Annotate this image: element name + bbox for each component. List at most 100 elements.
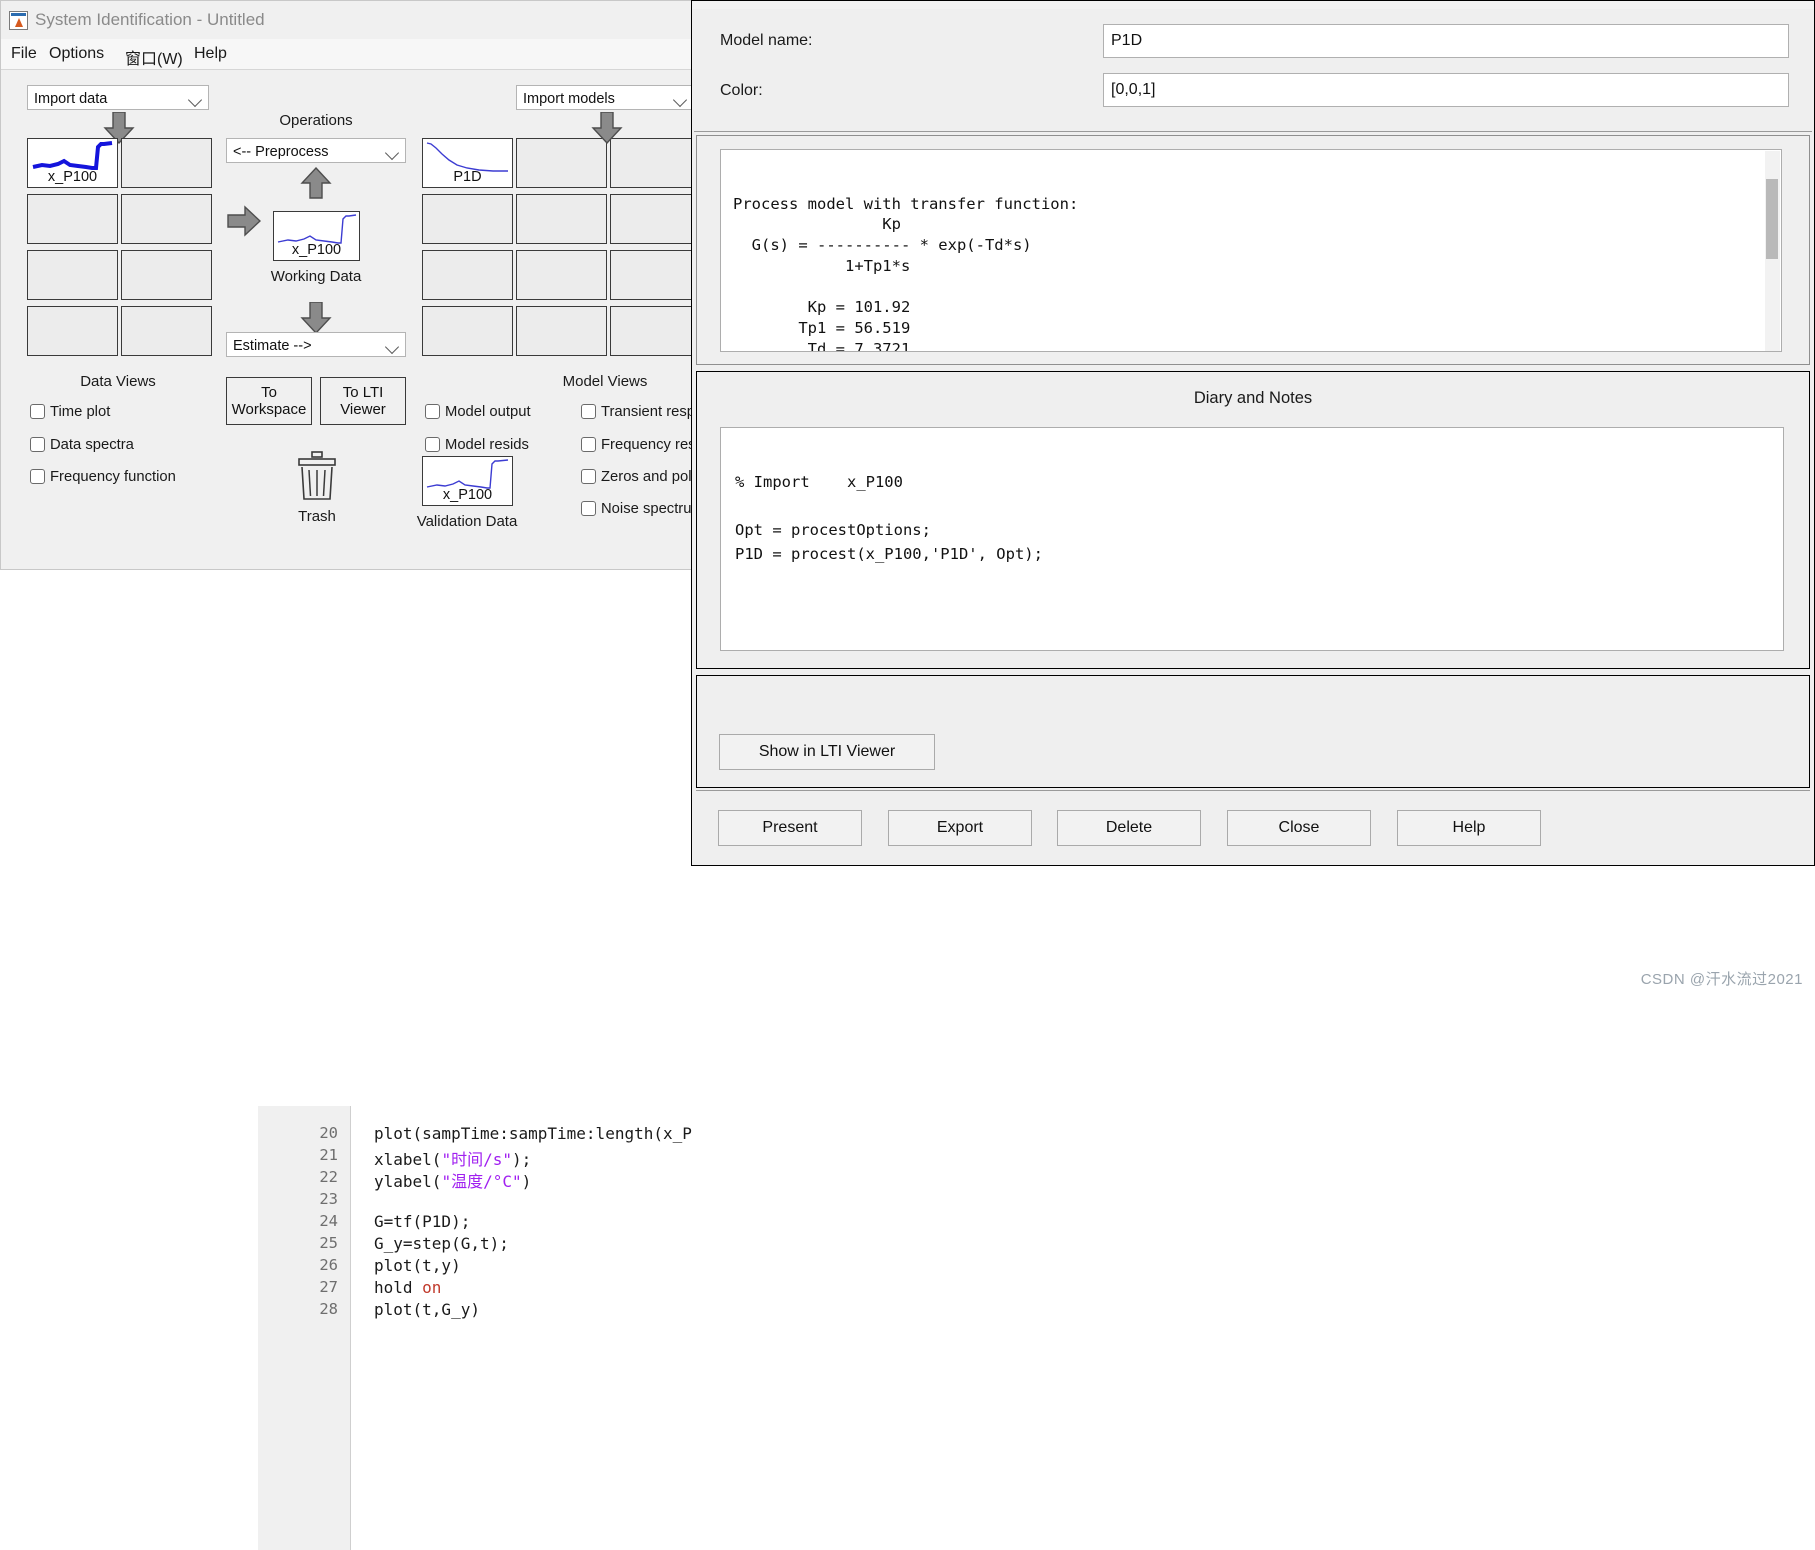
code-line: G=tf(P1D); xyxy=(374,1212,470,1231)
delete-button-label: Delete xyxy=(1106,819,1152,837)
to-lti-viewer-button[interactable]: To LTI Viewer xyxy=(320,377,406,425)
data-cell-empty[interactable] xyxy=(121,250,212,300)
checkbox-box[interactable] xyxy=(581,469,596,484)
scrollbar-thumb[interactable] xyxy=(1766,179,1778,259)
working-data-cell-label: x_P100 xyxy=(274,242,359,258)
validation-data-cell[interactable]: x_P100 xyxy=(422,456,513,506)
working-data-cell[interactable]: x_P100 xyxy=(273,211,360,261)
model-cell-empty[interactable] xyxy=(610,250,701,300)
checkbox-noise-spectrum[interactable]: Noise spectrum xyxy=(581,501,704,517)
checkbox-zeros-and-poles[interactable]: Zeros and poles xyxy=(581,469,707,485)
checkbox-model-output[interactable]: Model output xyxy=(425,404,531,420)
trash-icon[interactable] xyxy=(295,451,339,503)
checkbox-box[interactable] xyxy=(425,404,440,419)
editor-left-margin xyxy=(0,1106,259,1550)
diary-and-notes-panel: Diary and Notes % Import x_P100 Opt = pr… xyxy=(696,371,1810,669)
model-cell-empty[interactable] xyxy=(422,306,513,356)
dialog-action-bar: Present Export Delete Close Help xyxy=(696,790,1810,865)
model-cell-empty[interactable] xyxy=(516,138,607,188)
data-cell-empty[interactable] xyxy=(121,138,212,188)
model-cell-empty[interactable] xyxy=(516,306,607,356)
data-views-label: Data Views xyxy=(48,373,188,390)
checkbox-data-spectra[interactable]: Data spectra xyxy=(30,437,134,453)
checkbox-frequency-function[interactable]: Frequency function xyxy=(30,469,176,485)
line-number: 27 xyxy=(278,1278,338,1296)
import-models-dropdown-value: Import models xyxy=(523,91,615,107)
close-button[interactable]: Close xyxy=(1227,810,1371,846)
checkbox-box[interactable] xyxy=(581,404,596,419)
checkbox-box[interactable] xyxy=(581,437,596,452)
color-input[interactable] xyxy=(1103,73,1789,107)
checkbox-box[interactable] xyxy=(581,501,596,516)
menu-help[interactable]: Help xyxy=(187,43,234,65)
line-number: 26 xyxy=(278,1256,338,1274)
present-button[interactable]: Present xyxy=(718,810,862,846)
model-cell-empty[interactable] xyxy=(516,250,607,300)
show-in-lti-viewer-button[interactable]: Show in LTI Viewer xyxy=(719,734,935,770)
export-button[interactable]: Export xyxy=(888,810,1032,846)
model-cell-p1d[interactable]: P1D xyxy=(422,138,513,188)
to-workspace-button[interactable]: To Workspace xyxy=(226,377,312,425)
code-line: plot(sampTime:sampTime:length(x_P xyxy=(374,1124,692,1143)
preprocess-dropdown-value: <-- Preprocess xyxy=(233,144,329,160)
checkbox-box[interactable] xyxy=(30,404,45,419)
transfer-function-textbox[interactable]: Process model with transfer function: Kp… xyxy=(720,149,1782,352)
dialog-top-strip xyxy=(692,1,1814,9)
diary-and-notes-title: Diary and Notes xyxy=(697,389,1809,408)
model-name-input[interactable] xyxy=(1103,24,1789,58)
model-cell-empty[interactable] xyxy=(422,250,513,300)
line-number: 25 xyxy=(278,1234,338,1252)
data-cell-empty[interactable] xyxy=(27,250,118,300)
checkbox-label: Model output xyxy=(445,404,531,420)
help-button[interactable]: Help xyxy=(1397,810,1541,846)
code-line: ylabel("温度/°C") xyxy=(374,1168,531,1192)
editor-code-area[interactable]: plot(sampTime:sampTime:length(x_P xlabel… xyxy=(352,1106,702,1550)
chevron-down-icon xyxy=(385,340,399,354)
preprocess-dropdown[interactable]: <-- Preprocess xyxy=(226,138,406,163)
menubar: File Options 窗口(W) Help xyxy=(1,39,807,70)
model-cell-label: P1D xyxy=(423,169,512,185)
show-in-lti-viewer-label: Show in LTI Viewer xyxy=(759,743,895,761)
transfer-function-text: Process model with transfer function: Kp… xyxy=(733,194,1078,353)
code-line: xlabel("时间/s"); xyxy=(374,1146,531,1170)
arrow-down-icon xyxy=(300,302,332,334)
import-data-dropdown[interactable]: Import data xyxy=(27,85,209,110)
checkbox-frequency-resp[interactable]: Frequency resp xyxy=(581,437,704,453)
checkbox-model-resids[interactable]: Model resids xyxy=(425,437,529,453)
model-cell-empty[interactable] xyxy=(610,194,701,244)
line-number: 23 xyxy=(278,1190,338,1208)
model-cell-empty[interactable] xyxy=(610,306,701,356)
export-button-label: Export xyxy=(937,819,983,837)
checkbox-box[interactable] xyxy=(30,437,45,452)
matlab-app-icon xyxy=(9,11,28,30)
data-cell-empty[interactable] xyxy=(121,306,212,356)
help-button-label: Help xyxy=(1453,819,1486,837)
menu-options[interactable]: Options xyxy=(42,43,111,65)
checkbox-box[interactable] xyxy=(425,437,440,452)
chevron-down-icon xyxy=(673,93,687,107)
checkbox-time-plot[interactable]: Time plot xyxy=(30,404,110,420)
code-line: plot(t,G_y) xyxy=(374,1300,480,1319)
data-cell-empty[interactable] xyxy=(27,306,118,356)
present-button-label: Present xyxy=(762,819,817,837)
menu-file[interactable]: File xyxy=(4,43,44,65)
color-label: Color: xyxy=(720,82,763,100)
model-cell-empty[interactable] xyxy=(610,138,701,188)
chevron-down-icon xyxy=(385,146,399,160)
data-cell-x-p100[interactable]: x_P100 xyxy=(27,138,118,188)
checkbox-transient-resp[interactable]: Transient resp xyxy=(581,404,695,420)
window-titlebar: System Identification - Untitled xyxy=(1,1,807,40)
checkbox-box[interactable] xyxy=(30,469,45,484)
system-identification-window: System Identification - Untitled File Op… xyxy=(0,0,808,570)
data-cell-empty[interactable] xyxy=(27,194,118,244)
data-cell-empty[interactable] xyxy=(121,194,212,244)
estimate-dropdown[interactable]: Estimate --> xyxy=(226,332,406,357)
diary-and-notes-textbox[interactable]: % Import x_P100 Opt = procestOptions; P1… xyxy=(720,427,1784,651)
menu-window[interactable]: 窗口(W) xyxy=(118,43,190,71)
import-models-dropdown[interactable]: Import models xyxy=(516,85,694,110)
transfer-function-scrollbar[interactable] xyxy=(1765,151,1780,352)
delete-button[interactable]: Delete xyxy=(1057,810,1201,846)
line-number: 28 xyxy=(278,1300,338,1318)
model-cell-empty[interactable] xyxy=(516,194,607,244)
model-cell-empty[interactable] xyxy=(422,194,513,244)
